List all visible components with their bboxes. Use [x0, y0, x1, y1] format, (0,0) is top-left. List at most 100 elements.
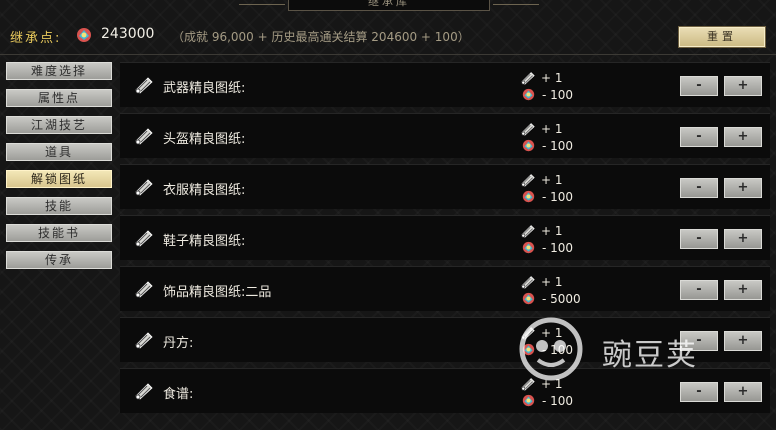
sidebar-item[interactable]: 难度选择 — [6, 62, 112, 80]
gain-value: + 1 — [541, 172, 563, 187]
increase-button[interactable]: + — [724, 280, 762, 300]
increase-button[interactable]: + — [724, 178, 762, 198]
cost-line: - 100 — [520, 392, 610, 409]
blueprint-label: 头盔精良图纸: — [163, 132, 246, 147]
cost-value: - 100 — [542, 393, 574, 408]
gain-line: + 1 — [520, 222, 610, 239]
gain-line: + 1 — [520, 273, 610, 290]
header-divider — [0, 54, 776, 55]
blueprint-scroll-icon — [135, 281, 153, 298]
gem-icon — [77, 28, 91, 42]
delta-block: + 1 - 100 — [520, 222, 610, 256]
blueprint-label: 武器精良图纸: — [163, 81, 246, 96]
gem-icon — [522, 139, 535, 152]
cost-line: - 100 — [520, 86, 610, 103]
cost-line: - 100 — [520, 137, 610, 154]
gain-line: + 1 — [520, 171, 610, 188]
cost-line: - 5000 — [520, 290, 610, 307]
decrease-button[interactable]: - — [680, 229, 718, 249]
blueprint-scroll-icon — [135, 332, 153, 349]
cost-line: - 100 — [520, 239, 610, 256]
gain-line: + 1 — [520, 120, 610, 137]
decrease-button[interactable]: - — [680, 382, 718, 402]
cost-line: - 100 — [520, 341, 610, 358]
delta-block: + 1 - 5000 — [520, 273, 610, 307]
sidebar-item[interactable]: 道具 — [6, 143, 112, 161]
blueprint-scroll-icon-wrap — [134, 127, 154, 145]
blueprint-scroll-icon — [521, 224, 535, 238]
decrease-button[interactable]: - — [680, 331, 718, 351]
gem-icon — [522, 343, 535, 356]
delta-block: + 1 - 100 — [520, 120, 610, 154]
blueprint-scroll-icon — [135, 179, 153, 196]
blueprint-row: 衣服精良图纸: + 1 - 100 - + — [120, 164, 770, 209]
delta-block: + 1 - 100 — [520, 69, 610, 103]
page-title: 继承库 — [368, 0, 410, 8]
increase-button[interactable]: + — [724, 229, 762, 249]
blueprint-scroll-icon-wrap — [134, 178, 154, 196]
gem-icon — [522, 394, 535, 407]
blueprint-scroll-icon — [521, 377, 535, 391]
blueprint-scroll-icon — [521, 326, 535, 340]
category-sidebar: 难度选择属性点江湖技艺道具解锁图纸技能技能书传承 — [6, 62, 112, 278]
cost-value: - 100 — [542, 240, 574, 255]
blueprint-row: 食谱: + 1 - 100 - + — [120, 368, 770, 413]
gain-value: + 1 — [541, 70, 563, 85]
blueprint-scroll-icon-wrap — [134, 76, 154, 94]
title-ornament-right — [493, 0, 539, 5]
blueprint-scroll-icon — [521, 122, 535, 136]
cost-value: - 100 — [542, 189, 574, 204]
inherit-points-detail: （成就 96,000 + 历史最高通关结算 204600 + 100） — [172, 30, 470, 44]
gain-value: + 1 — [541, 223, 563, 238]
blueprint-label: 衣服精良图纸: — [163, 183, 246, 198]
decrease-button[interactable]: - — [680, 178, 718, 198]
header-bar: 继承点: 243000 （成就 96,000 + 历史最高通关结算 204600… — [0, 22, 776, 50]
sidebar-item[interactable]: 属性点 — [6, 89, 112, 107]
blueprint-list: 武器精良图纸: + 1 - 100 - + 头盔精良图纸: + 1 - 100 … — [120, 62, 770, 419]
blueprint-row: 武器精良图纸: + 1 - 100 - + — [120, 62, 770, 107]
cost-value: - 5000 — [542, 291, 581, 306]
blueprint-scroll-icon-wrap — [134, 382, 154, 400]
blueprint-row: 饰品精良图纸:二品 + 1 - 5000 - + — [120, 266, 770, 311]
sidebar-item[interactable]: 技能书 — [6, 224, 112, 242]
cost-value: - 100 — [542, 342, 574, 357]
blueprint-label: 饰品精良图纸:二品 — [163, 285, 272, 300]
gain-line: + 1 — [520, 69, 610, 86]
reset-button[interactable]: 重置 — [679, 27, 765, 47]
blueprint-scroll-icon-wrap — [134, 331, 154, 349]
increase-button[interactable]: + — [724, 382, 762, 402]
delta-block: + 1 - 100 — [520, 171, 610, 205]
cost-value: - 100 — [542, 87, 574, 102]
decrease-button[interactable]: - — [680, 76, 718, 96]
gain-value: + 1 — [541, 121, 563, 136]
blueprint-scroll-icon — [521, 71, 535, 85]
blueprint-scroll-icon-wrap — [134, 280, 154, 298]
sidebar-item[interactable]: 解锁图纸 — [6, 170, 112, 188]
sidebar-item[interactable]: 江湖技艺 — [6, 116, 112, 134]
blueprint-scroll-icon — [135, 128, 153, 145]
blueprint-scroll-icon — [521, 173, 535, 187]
sidebar-item[interactable]: 技能 — [6, 197, 112, 215]
increase-button[interactable]: + — [724, 127, 762, 147]
gain-line: + 1 — [520, 324, 610, 341]
decrease-button[interactable]: - — [680, 127, 718, 147]
title-banner: 继承库 — [239, 0, 539, 11]
decrease-button[interactable]: - — [680, 280, 718, 300]
blueprint-row: 头盔精良图纸: + 1 - 100 - + — [120, 113, 770, 158]
blueprint-scroll-icon — [135, 77, 153, 94]
blueprint-scroll-icon — [521, 275, 535, 289]
increase-button[interactable]: + — [724, 76, 762, 96]
gem-icon — [522, 88, 535, 101]
cost-line: - 100 — [520, 188, 610, 205]
blueprint-row: 丹方: + 1 - 100 - + — [120, 317, 770, 362]
blueprint-row: 鞋子精良图纸: + 1 - 100 - + — [120, 215, 770, 260]
title-ornament-left — [239, 0, 285, 5]
gain-line: + 1 — [520, 375, 610, 392]
blueprint-label: 丹方: — [163, 336, 194, 351]
blueprint-label: 鞋子精良图纸: — [163, 234, 246, 249]
gain-value: + 1 — [541, 274, 563, 289]
increase-button[interactable]: + — [724, 331, 762, 351]
gem-icon — [522, 292, 535, 305]
cost-value: - 100 — [542, 138, 574, 153]
sidebar-item[interactable]: 传承 — [6, 251, 112, 269]
